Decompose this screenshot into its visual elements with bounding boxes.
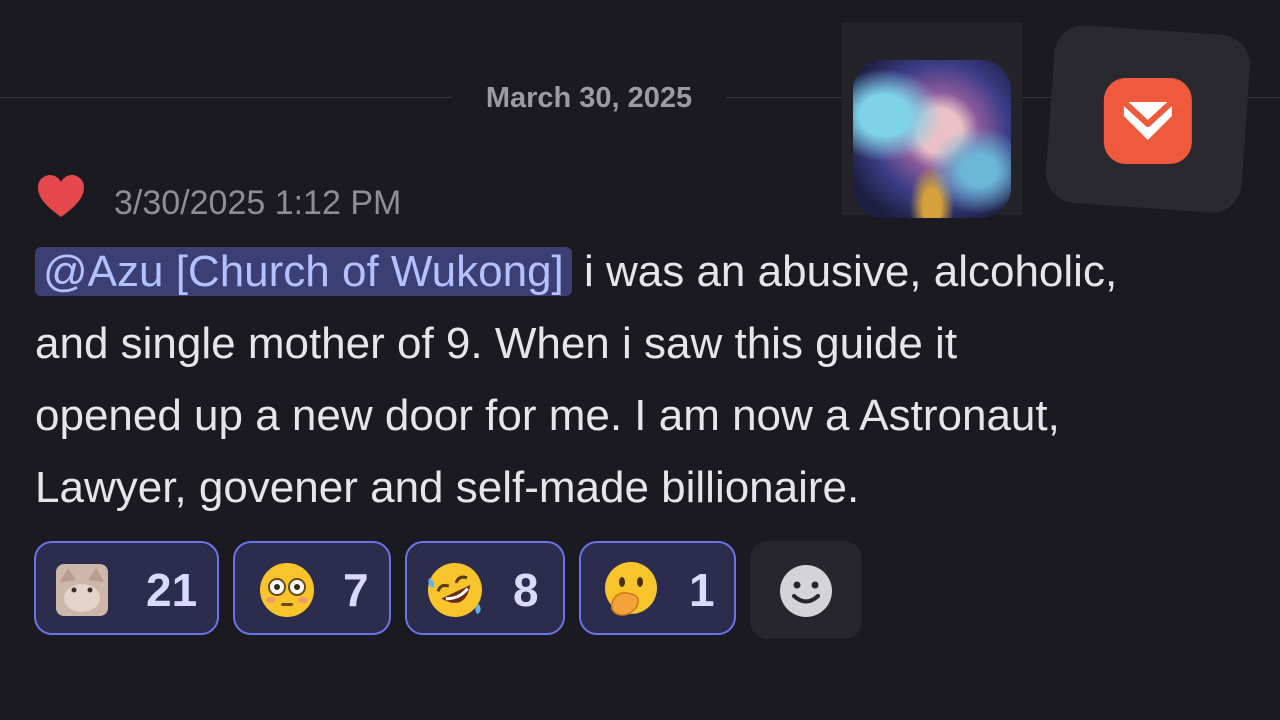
- date-divider-line-left: [0, 97, 452, 98]
- flushed-face-icon: [260, 563, 314, 617]
- heart-icon: [38, 175, 84, 217]
- reaction-count: 8: [513, 564, 539, 616]
- user-mention[interactable]: @Azu [Church of Wukong]: [35, 247, 572, 296]
- game-app-icon[interactable]: [842, 22, 1022, 218]
- reaction-rofl[interactable]: 8: [405, 541, 565, 635]
- aptoide-app-icon[interactable]: [1044, 23, 1252, 215]
- date-divider: March 30, 2025: [485, 82, 693, 114]
- message-text-1: i was an abusive, alcoholic,: [571, 247, 1118, 296]
- reaction-count: 7: [343, 564, 369, 616]
- reaction-hand-over-mouth[interactable]: 1: [579, 541, 736, 635]
- add-reaction-button[interactable]: [750, 541, 862, 639]
- message-timestamp: 3/30/2025 1:12 PM: [114, 184, 402, 222]
- reaction-cat[interactable]: 21: [34, 541, 219, 635]
- reaction-count: 21: [146, 564, 198, 616]
- message-line-2: and single mother of 9. When i saw this …: [35, 319, 958, 368]
- message-content: @Azu [Church of Wukong] i was an abusive…: [35, 236, 1265, 524]
- character-portrait-image: [853, 60, 1011, 218]
- store-logo-icon: [1121, 99, 1174, 140]
- reaction-count: 1: [689, 564, 715, 616]
- chat-view: March 30, 2025 3/30/2025 1:12 PM @Azu [C…: [0, 0, 1280, 720]
- message-line-3: opened up a new door for me. I am now a …: [35, 391, 1060, 440]
- app-logo: [1103, 77, 1192, 164]
- cat-face-icon: [56, 564, 108, 616]
- rolling-laughing-icon: [428, 563, 482, 617]
- hand-over-mouth-icon: [605, 562, 657, 616]
- message-line-4: Lawyer, govener and self-made billionair…: [35, 463, 860, 512]
- message-line-1: @Azu [Church of Wukong] i was an abusive…: [35, 236, 1265, 308]
- smiley-face-icon: [780, 565, 832, 617]
- reaction-flushed[interactable]: 7: [233, 541, 391, 635]
